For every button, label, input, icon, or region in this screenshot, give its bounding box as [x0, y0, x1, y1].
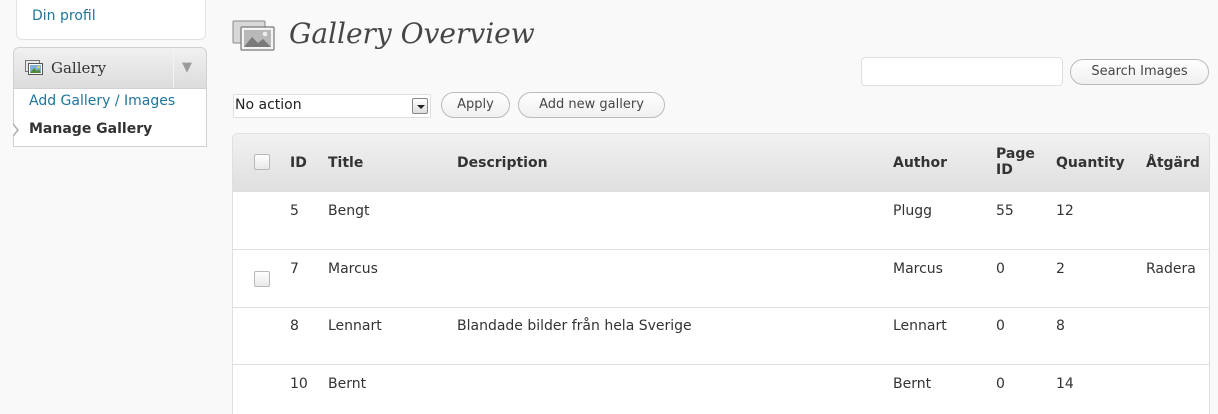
add-new-gallery-button[interactable]: Add new gallery	[518, 92, 665, 118]
column-header-title[interactable]: Title	[328, 155, 363, 171]
dropdown-arrow-icon[interactable]	[412, 98, 428, 114]
cell-author: Bernt	[893, 376, 932, 392]
profile-menu: Din profil	[16, 0, 206, 40]
cell-description: Blandade bilder från hela Sverige	[457, 318, 692, 334]
cell-id: 5	[290, 203, 299, 219]
cell-title: Lennart	[328, 318, 382, 334]
cell-id: 7	[290, 261, 299, 277]
select-all-checkbox[interactable]	[254, 154, 270, 170]
gallery-submenu: Add Gallery / Images Manage Gallery	[12, 89, 207, 147]
cell-id: 10	[290, 376, 308, 392]
column-header-description[interactable]: Description	[457, 155, 548, 171]
cell-quantity: 2	[1056, 261, 1065, 277]
column-header-action[interactable]: Åtgärd	[1146, 155, 1200, 171]
bulk-action-select[interactable]: No action	[233, 94, 431, 118]
admin-sidebar: Din profil Gallery ▼ Add Gallery / Image…	[0, 0, 215, 414]
cell-quantity: 8	[1056, 318, 1065, 334]
gallery-menu-header[interactable]: Gallery ▼	[13, 47, 207, 89]
cell-page-id: 55	[996, 203, 1014, 219]
table-header: ID Title Description Author Page ID Quan…	[233, 134, 1209, 192]
column-header-page-id-line2: ID	[996, 162, 1013, 178]
gallery-menu-label: Gallery	[51, 59, 107, 77]
column-header-page-id[interactable]: Page ID	[996, 146, 1035, 178]
gallery-icon	[232, 20, 276, 56]
current-arrow-icon	[12, 123, 19, 137]
cell-page-id: 0	[996, 318, 1005, 334]
table-row: 7 Marcus Marcus 0 2 Radera	[233, 251, 1209, 308]
triangle-down-icon[interactable]: ▼	[182, 60, 192, 75]
menu-separator	[173, 48, 174, 88]
cell-title: Bernt	[328, 376, 367, 392]
gallery-icon	[25, 60, 43, 80]
profile-link[interactable]: Din profil	[32, 8, 96, 24]
page-title: Gallery Overview	[289, 17, 535, 50]
cell-id: 8	[290, 318, 299, 334]
column-header-page-id-line1: Page	[996, 146, 1035, 162]
row-checkbox[interactable]	[254, 271, 270, 287]
table-row: 8 Lennart Blandade bilder från hela Sverig…	[233, 308, 1209, 365]
cell-page-id: 0	[996, 376, 1005, 392]
cell-title[interactable]: Marcus	[328, 261, 378, 277]
bulk-action-value: No action	[235, 97, 302, 113]
column-header-id[interactable]: ID	[290, 155, 307, 171]
apply-button[interactable]: Apply	[441, 92, 510, 118]
cell-author: Lennart	[893, 318, 947, 334]
cell-quantity: 12	[1056, 203, 1074, 219]
gallery-table: ID Title Description Author Page ID Quan…	[232, 133, 1210, 414]
cell-author: Plugg	[893, 203, 932, 219]
search-input[interactable]	[861, 57, 1063, 86]
column-header-author[interactable]: Author	[893, 155, 947, 171]
table-row: 10 Bernt Bernt 0 14	[233, 366, 1209, 414]
submenu-item-add-gallery[interactable]: Add Gallery / Images	[29, 93, 175, 109]
cell-quantity: 14	[1056, 376, 1074, 392]
cell-title: Bengt	[328, 203, 370, 219]
search-images-button[interactable]: Search Images	[1070, 59, 1209, 85]
table-row: 5 Bengt Plugg 55 12	[233, 193, 1209, 250]
column-header-quantity[interactable]: Quantity	[1056, 155, 1125, 171]
submenu-item-manage-gallery[interactable]: Manage Gallery	[29, 121, 152, 137]
cell-action[interactable]: Radera	[1146, 261, 1196, 277]
cell-author: Marcus	[893, 261, 943, 277]
cell-page-id: 0	[996, 261, 1005, 277]
